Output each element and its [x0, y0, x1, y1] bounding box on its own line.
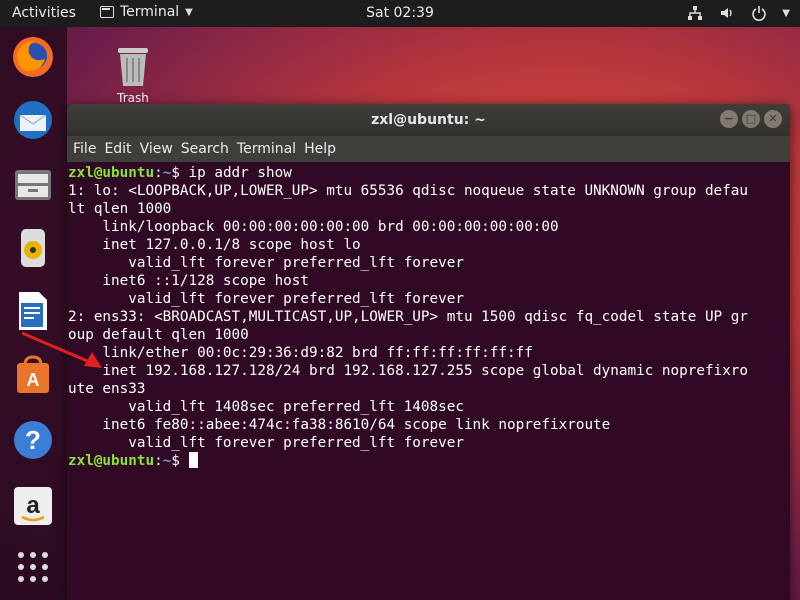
prompt-separator: : [154, 453, 163, 469]
prompt-user: zxl@ubuntu [68, 165, 155, 181]
activities-button[interactable]: Activities [12, 5, 76, 21]
prompt-line: zxl@ubuntu:~$ [68, 452, 790, 470]
trash-desktop-icon[interactable]: Trash [110, 44, 156, 105]
output-line: valid_lft forever preferred_lft forever [68, 435, 464, 451]
network-icon[interactable] [686, 4, 704, 22]
close-button[interactable]: ✕ [764, 110, 782, 128]
svg-text:a: a [26, 492, 40, 519]
files-icon [15, 170, 51, 200]
prompt-line: zxl@ubuntu:~$ ip addr show [68, 164, 790, 182]
menu-bar: File Edit View Search Terminal Help [67, 136, 790, 162]
menu-file[interactable]: File [73, 141, 102, 157]
firefox-launcher[interactable] [9, 33, 57, 81]
output-line: inet 127.0.0.1/8 scope host lo [68, 237, 361, 253]
output-line: 2: ens33: <BROADCAST,MULTICAST,UP,LOWER_… [68, 309, 748, 325]
maximize-button[interactable]: □ [742, 110, 760, 128]
chevron-down-icon[interactable]: ▼ [782, 8, 790, 19]
software-center-launcher[interactable]: A [9, 351, 57, 399]
window-title: zxl@ubuntu: ~ [371, 112, 486, 128]
app-menu-label: Terminal [120, 4, 180, 20]
prompt-dollar: $ [171, 165, 180, 181]
terminal-window[interactable]: zxl@ubuntu: ~ − □ ✕ File Edit View Searc… [67, 104, 790, 600]
prompt-user: zxl@ubuntu [68, 453, 155, 469]
amazon-launcher[interactable]: a [9, 482, 57, 530]
menu-terminal[interactable]: Terminal [237, 141, 302, 157]
thunderbird-launcher[interactable] [9, 96, 57, 144]
libreoffice-writer-icon [19, 292, 47, 330]
output-line: valid_lft forever preferred_lft forever [68, 291, 464, 307]
output-line: ute ens33 [68, 381, 146, 397]
dock: A ? a [0, 27, 67, 600]
minimize-button[interactable]: − [720, 110, 738, 128]
trash-label: Trash [117, 91, 149, 105]
command-text: ip addr show [179, 165, 292, 181]
grid-icon [18, 552, 48, 582]
files-launcher[interactable] [9, 160, 57, 208]
window-controls: − □ ✕ [720, 110, 782, 128]
firefox-icon [13, 37, 53, 77]
terminal-content[interactable]: zxl@ubuntu:~$ ip addr show 1: lo: <LOOPBA… [67, 162, 790, 470]
output-line: link/loopback 00:00:00:00:00:00 brd 00:0… [68, 219, 559, 235]
trash-icon [118, 48, 148, 86]
output-line: valid_lft forever preferred_lft forever [68, 255, 464, 271]
clock[interactable]: Sat 02:39 [366, 5, 434, 21]
system-tray[interactable]: ▼ [686, 4, 790, 22]
output-line: inet6 fe80::abee:474c:fa38:8610/64 scope… [68, 417, 611, 433]
menu-view[interactable]: View [140, 141, 179, 157]
rhythmbox-icon [21, 229, 45, 267]
chevron-down-icon: ▼ [185, 6, 193, 18]
text-cursor [188, 452, 198, 468]
rhythmbox-launcher[interactable] [9, 224, 57, 272]
show-apps-button[interactable] [9, 543, 57, 591]
software-center-icon: A [17, 355, 49, 393]
svg-text:A: A [27, 370, 40, 390]
output-line: oup default qlen 1000 [68, 327, 249, 343]
libreoffice-writer-launcher[interactable] [9, 287, 57, 335]
window-titlebar[interactable]: zxl@ubuntu: ~ − □ ✕ [67, 104, 790, 136]
power-icon[interactable] [750, 4, 768, 22]
amazon-icon: a [14, 487, 52, 525]
output-line: link/ether 00:0c:29:36:d9:82 brd ff:ff:f… [68, 345, 533, 361]
svg-text:?: ? [25, 425, 41, 455]
menu-help[interactable]: Help [304, 141, 342, 157]
output-line: 1: lo: <LOOPBACK,UP,LOWER_UP> mtu 65536 … [68, 183, 748, 199]
app-menu-terminal[interactable]: Terminal ▼ [100, 4, 193, 20]
terminal-icon [100, 6, 114, 18]
volume-icon[interactable] [718, 4, 736, 22]
help-icon: ? [14, 421, 52, 459]
prompt-separator: : [154, 165, 163, 181]
prompt-path: ~ [162, 453, 172, 469]
menu-search[interactable]: Search [181, 141, 235, 157]
menu-edit[interactable]: Edit [104, 141, 137, 157]
thunderbird-icon [14, 101, 52, 139]
output-line: lt qlen 1000 [68, 201, 172, 217]
output-line: inet 192.168.127.128/24 brd 192.168.127.… [68, 363, 748, 379]
help-launcher[interactable]: ? [9, 416, 57, 464]
prompt-dollar: $ [171, 453, 180, 469]
output-line: inet6 ::1/128 scope host [68, 273, 310, 289]
output-line: valid_lft 1408sec preferred_lft 1408sec [68, 399, 464, 415]
prompt-path: ~ [162, 165, 172, 181]
top-bar: Activities Terminal ▼ Sat 02:39 ▼ [0, 0, 800, 27]
